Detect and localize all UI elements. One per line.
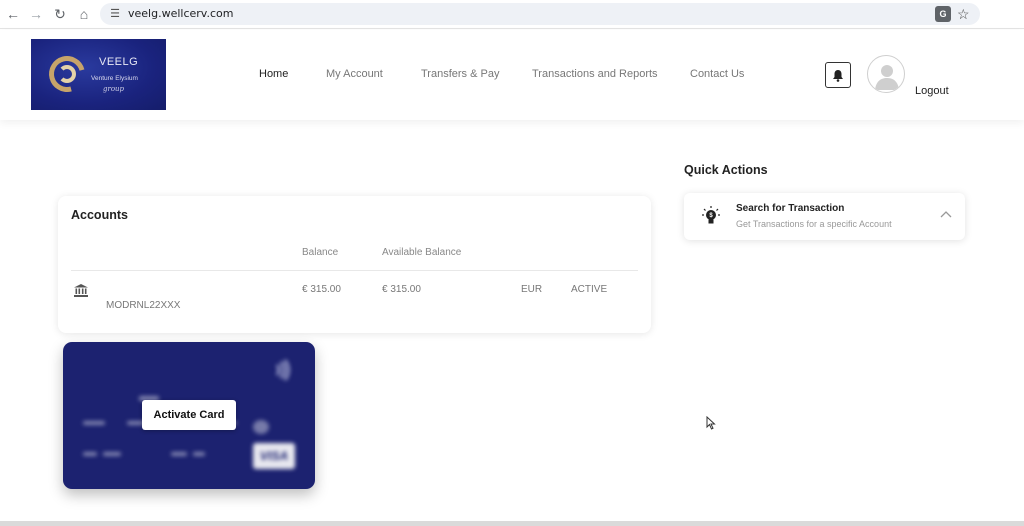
lightbulb-icon: $ — [702, 206, 720, 224]
reload-icon[interactable]: ↻ — [51, 5, 69, 23]
address-bar[interactable]: ☰ veelg.wellcerv.com G ☆ — [100, 3, 980, 25]
brand-logo[interactable]: VEELG Venture Elysium group — [31, 39, 166, 110]
account-balance: € 315.00 — [302, 284, 341, 295]
quick-actions-title: Quick Actions — [684, 163, 768, 177]
logo-swirl-inner-icon — [58, 65, 76, 83]
column-balance: Balance — [302, 247, 339, 258]
site-header: VEELG Venture Elysium group Home My Acco… — [0, 30, 1024, 120]
activate-card-button[interactable]: Activate Card — [142, 400, 236, 430]
nav-transactions-reports[interactable]: Transactions and Reports — [532, 68, 658, 80]
logo-subtitle: Venture Elysium — [91, 75, 138, 82]
account-bic: MODRNL22XXX — [106, 300, 181, 311]
notifications-button[interactable] — [825, 62, 851, 88]
nav-transfers-pay[interactable]: Transfers & Pay — [421, 68, 499, 80]
quick-action-title: Search for Transaction — [736, 203, 845, 214]
logo-title: VEELG — [99, 56, 139, 68]
debit-card[interactable]: VISA Activate Card — [63, 342, 315, 489]
nav-home[interactable]: Home — [259, 68, 288, 80]
browser-toolbar: ← → ↻ ⌂ ☰ veelg.wellcerv.com G ☆ — [0, 0, 1024, 29]
bell-icon — [833, 70, 843, 82]
url-text[interactable]: veelg.wellcerv.com — [128, 7, 233, 20]
nav-contact-us[interactable]: Contact Us — [690, 68, 744, 80]
nav-my-account[interactable]: My Account — [326, 68, 383, 80]
account-available-balance: € 315.00 — [382, 284, 421, 295]
accounts-card: Accounts Balance Available Balance € 315… — [58, 196, 651, 333]
user-icon — [875, 65, 899, 90]
table-divider — [71, 270, 638, 271]
home-icon[interactable]: ⌂ — [75, 5, 93, 23]
account-currency: EUR — [521, 284, 543, 295]
mouse-cursor-icon — [706, 416, 716, 430]
accounts-title: Accounts — [71, 208, 128, 222]
visa-logo: VISA — [253, 443, 295, 469]
arrow-right-icon[interactable]: → — [27, 5, 45, 23]
quick-action-search-transaction[interactable]: $ Search for Transaction Get Transaction… — [684, 193, 965, 240]
column-available-balance: Available Balance — [382, 247, 462, 258]
bank-icon — [74, 284, 88, 297]
translate-icon[interactable]: G — [935, 6, 951, 22]
logo-signature: group — [103, 85, 125, 93]
logout-link[interactable]: Logout — [915, 85, 949, 97]
account-status: ACTIVE — [571, 284, 608, 295]
site-settings-icon[interactable]: ☰ — [108, 7, 122, 21]
page-bottom-edge — [0, 521, 1024, 526]
chevron-up-icon[interactable] — [940, 210, 952, 218]
arrow-left-icon[interactable]: ← — [4, 5, 22, 23]
contactless-icon — [276, 359, 290, 381]
user-avatar[interactable] — [867, 55, 905, 93]
quick-action-subtitle: Get Transactions for a specific Account — [736, 219, 892, 229]
star-icon[interactable]: ☆ — [957, 5, 970, 23]
